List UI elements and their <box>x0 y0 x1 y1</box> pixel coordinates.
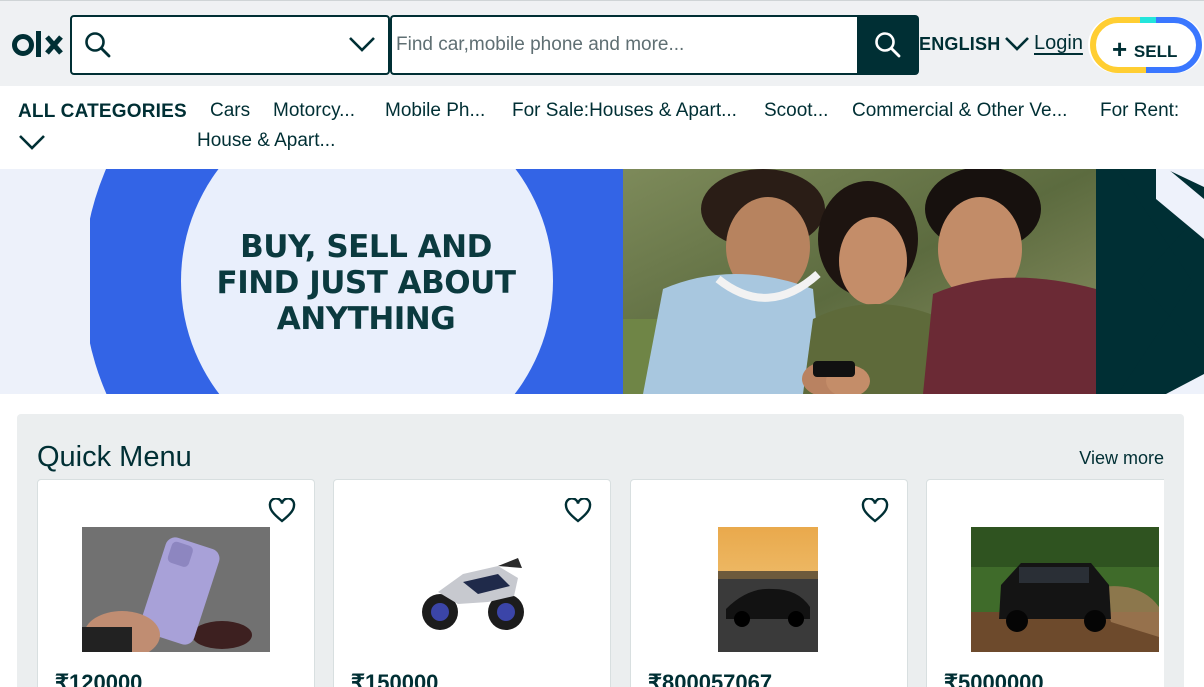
banner-line-2: FIND JUST ABOUT <box>216 265 516 301</box>
sell-button[interactable]: + SELL <box>1088 17 1204 73</box>
listing-image <box>971 527 1159 652</box>
category-motorcycles[interactable]: Motorcy... <box>273 100 355 122</box>
banner-tagline: BUY, SELL AND FIND JUST ABOUT ANYTHING <box>182 229 550 337</box>
search-icon <box>875 32 901 58</box>
top-header: ENGLISH Login + SELL <box>0 0 1204 86</box>
listing-card[interactable]: ₹5000000 <box>926 479 1164 687</box>
search-icon <box>84 31 112 64</box>
search-input[interactable] <box>396 17 856 73</box>
listing-image <box>418 552 528 637</box>
category-mobile-phones[interactable]: Mobile Ph... <box>385 100 485 122</box>
people-with-phone-image <box>623 169 1096 394</box>
chevron-right-icon <box>1118 169 1204 394</box>
search-field[interactable] <box>390 15 858 75</box>
category-houses-for-sale[interactable]: For Sale:Houses & Apart... <box>512 100 737 122</box>
location-selector[interactable] <box>70 15 390 75</box>
heart-icon[interactable] <box>564 497 592 529</box>
chevron-down-icon[interactable] <box>1004 35 1030 58</box>
banner-arrow-panel <box>1096 169 1204 394</box>
listing-card[interactable]: ₹150000 <box>333 479 611 687</box>
listing-price: ₹150000 <box>351 670 439 687</box>
listing-card[interactable]: ₹800057067 <box>630 479 908 687</box>
heart-icon[interactable] <box>268 497 296 529</box>
category-cars[interactable]: Cars <box>210 100 250 122</box>
listing-price: ₹120000 <box>55 670 143 687</box>
category-scooters[interactable]: Scoot... <box>764 100 828 122</box>
black-suv-image <box>971 527 1159 652</box>
language-selector[interactable]: ENGLISH <box>919 34 1000 55</box>
sport-motorcycle-image <box>422 558 524 630</box>
black-sports-car-image <box>718 527 818 652</box>
olx-logo-icon <box>12 31 63 57</box>
listing-price: ₹5000000 <box>944 670 1044 687</box>
banner-line-3: ANYTHING <box>276 301 456 337</box>
quick-menu-carousel: ₹120000 ₹150000 ₹800057067 ₹5000000 <box>37 414 1164 687</box>
plus-icon: + <box>1112 34 1128 64</box>
listing-card[interactable]: ₹120000 <box>37 479 315 687</box>
listing-price: ₹800057067 <box>648 670 773 687</box>
olx-logo[interactable] <box>12 29 68 61</box>
banner-graphic: BUY, SELL AND FIND JUST ABOUT ANYTHING <box>0 169 623 394</box>
chevron-down-icon[interactable] <box>348 35 376 58</box>
category-bar: ALL CATEGORIES Cars Motorcy... Mobile Ph… <box>0 86 1204 169</box>
listing-image <box>718 527 818 652</box>
chevron-down-icon[interactable] <box>18 133 46 156</box>
all-categories-button[interactable]: ALL CATEGORIES <box>18 101 187 123</box>
sell-label: SELL <box>1133 42 1178 61</box>
login-link[interactable]: Login <box>1034 32 1083 55</box>
hero-banner[interactable]: BUY, SELL AND FIND JUST ABOUT ANYTHING <box>0 169 1204 394</box>
banner-line-1: BUY, SELL AND <box>240 229 492 265</box>
quick-menu-section: Quick Menu View more ₹120000 ₹150000 ₹80… <box>17 414 1184 687</box>
banner-photo <box>623 169 1096 394</box>
category-house-apartments[interactable]: House & Apart... <box>197 130 335 152</box>
category-commercial-vehicles[interactable]: Commercial & Other Ve... <box>852 100 1067 122</box>
listing-image <box>82 527 270 659</box>
search-button[interactable] <box>857 15 919 75</box>
category-for-rent[interactable]: For Rent: <box>1100 100 1179 122</box>
purple-phone-image <box>82 527 270 659</box>
heart-icon[interactable] <box>861 497 889 529</box>
